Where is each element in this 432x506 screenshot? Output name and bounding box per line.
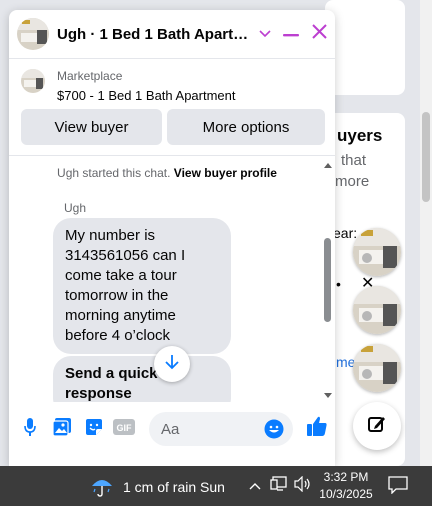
more-options-button[interactable]: More options [167, 109, 325, 145]
arrow-down-icon [165, 354, 179, 375]
quick-response-bubble[interactable]: Send a quick response [53, 356, 231, 402]
emoji-button[interactable] [264, 419, 284, 439]
network-icon [270, 475, 288, 497]
page-scrollbar-thumb[interactable] [422, 112, 430, 202]
close-icon [311, 24, 327, 44]
chat-window: Ugh · 1 Bed 1 Bath Apartment Marketplace… [9, 10, 335, 466]
background-line-2: more [335, 173, 370, 190]
emoji-icon [264, 419, 284, 443]
sticker-icon [84, 417, 104, 442]
send-like-button[interactable] [305, 416, 329, 440]
weather-widget[interactable] [90, 476, 114, 498]
image-icon [52, 417, 72, 442]
chevron-up-icon [249, 477, 261, 495]
attach-image-button[interactable] [51, 417, 73, 442]
thumbs-up-icon [306, 415, 328, 442]
new-message-button[interactable] [353, 402, 401, 450]
listing-thumbnail[interactable] [21, 69, 45, 93]
message-bubble[interactable]: My number is 3143561056 can I come take … [53, 218, 231, 354]
page-scrollbar[interactable] [420, 0, 432, 466]
notification-button[interactable] [388, 476, 410, 496]
clock[interactable]: 3:32 PM 10/3/2025 [318, 469, 374, 503]
message-composer: GIF [9, 402, 335, 466]
gif-button[interactable]: GIF [113, 418, 135, 440]
compose-icon [366, 413, 388, 440]
chat-avatar[interactable] [17, 18, 49, 50]
volume-icon [294, 475, 312, 497]
background-line-1: that [341, 152, 367, 169]
view-buyer-button[interactable]: View buyer [21, 109, 162, 145]
taskbar: 1 cm of rain Sun 3:32 PM 10/3/2025 [0, 466, 432, 506]
weather-rain-icon [90, 480, 114, 502]
chat-head-avatar-3[interactable] [353, 344, 401, 392]
scroll-up-arrow[interactable] [323, 161, 333, 169]
show-hidden-icons-button[interactable] [248, 477, 262, 495]
clock-time: 3:32 PM [323, 470, 369, 484]
listing-title[interactable]: $700 - 1 Bed 1 Bath Apartment [57, 88, 236, 103]
chat-header[interactable]: Ugh · 1 Bed 1 Bath Apartment [9, 10, 335, 59]
chevron-down-icon [259, 25, 271, 43]
gif-icon: GIF [113, 418, 135, 440]
chat-started-text: Ugh started this chat. [57, 166, 171, 180]
view-buyer-profile-link[interactable]: View buyer profile [174, 166, 277, 180]
chat-options-button[interactable] [255, 24, 275, 44]
volume-button[interactable] [294, 475, 312, 497]
sender-name: Ugh [64, 201, 87, 215]
network-button[interactable] [270, 475, 288, 497]
background-heading: uyers [337, 126, 383, 145]
sticker-button[interactable] [83, 418, 105, 440]
scroll-down-arrow[interactable] [323, 392, 333, 400]
svg-text:GIF: GIF [117, 423, 133, 433]
chat-scrollbar-thumb[interactable] [324, 238, 331, 322]
listing-banner: Marketplace $700 - 1 Bed 1 Bath Apartmen… [9, 59, 335, 156]
scroll-to-bottom-button[interactable] [154, 346, 190, 382]
background-label: ear: [333, 225, 358, 241]
chat-started-notice: Ugh started this chat. View buyer profil… [9, 166, 325, 180]
weather-text[interactable]: 1 cm of rain Sun [123, 479, 225, 495]
close-chat-button[interactable] [309, 24, 329, 44]
minimize-icon [283, 25, 299, 43]
voice-clip-button[interactable] [19, 417, 41, 442]
listing-label: Marketplace [57, 69, 123, 83]
notification-icon [388, 476, 408, 498]
clock-date: 10/3/2025 [319, 487, 373, 501]
background-card-top [325, 0, 405, 95]
chat-title[interactable]: Ugh · 1 Bed 1 Bath Apartment [57, 26, 249, 43]
background-dot: • [336, 276, 341, 292]
message-list[interactable]: Ugh started this chat. View buyer profil… [9, 156, 335, 402]
minimize-chat-button[interactable] [281, 24, 301, 44]
chat-head-avatar-1[interactable] [353, 228, 401, 276]
chat-head-avatar-2[interactable] [353, 286, 401, 334]
chat-scrollbar[interactable] [322, 156, 334, 402]
microphone-icon [23, 417, 37, 442]
